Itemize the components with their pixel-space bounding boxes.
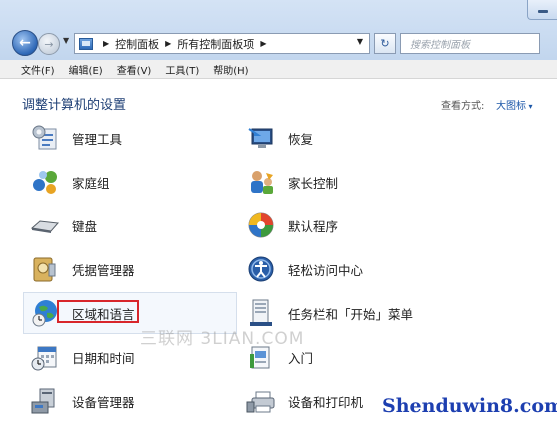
item-label: 家庭组 — [72, 175, 110, 191]
parental-controls-icon — [246, 167, 276, 197]
menu-help[interactable]: 帮助(H) — [213, 62, 248, 77]
refresh-icon: ↻ — [380, 37, 390, 50]
back-button[interactable]: ← — [12, 30, 38, 56]
item-devices-printers[interactable]: 设备和打印机 — [246, 385, 363, 417]
item-label: 管理工具 — [72, 131, 123, 147]
homegroup-icon — [30, 167, 60, 197]
item-label: 任务栏和「开始」菜单 — [288, 306, 414, 322]
item-label: 家长控制 — [288, 175, 339, 191]
default-programs-icon — [246, 210, 276, 240]
item-admin-tools[interactable]: 管理工具 — [30, 122, 122, 154]
menu-tools[interactable]: 工具(T) — [165, 62, 199, 77]
menu-edit[interactable]: 编辑(E) — [69, 62, 103, 77]
item-label: 设备管理器 — [72, 394, 135, 410]
corner-watermark: Shenduwin8.com — [382, 395, 557, 417]
menu-bar: 文件(F) 编辑(E) 查看(V) 工具(T) 帮助(H) — [0, 60, 557, 79]
item-label: 轻松访问中心 — [288, 262, 364, 278]
breadcrumb-separator-icon[interactable]: ▶ — [165, 39, 171, 48]
ease-of-access-icon — [246, 254, 276, 284]
item-homegroup[interactable]: 家庭组 — [30, 166, 110, 198]
item-parental-controls[interactable]: 家长控制 — [246, 166, 338, 198]
date-time-icon — [30, 342, 60, 372]
view-by-dropdown[interactable]: 大图标 — [496, 97, 533, 112]
item-date-time[interactable]: 日期和时间 — [30, 341, 135, 373]
address-bar[interactable]: ▶ 控制面板 ▶ 所有控制面板项 ▶ ▼ — [74, 33, 370, 54]
item-recovery[interactable]: 恢复 — [246, 122, 313, 154]
breadcrumb-separator-icon[interactable]: ▶ — [260, 39, 266, 48]
search-placeholder: 搜索控制面板 — [410, 40, 470, 51]
item-label: 键盘 — [72, 218, 98, 234]
item-label: 默认程序 — [288, 218, 339, 234]
admin-tools-icon — [30, 123, 60, 153]
search-input[interactable]: 搜索控制面板 — [400, 33, 540, 54]
region-language-highlight — [57, 300, 139, 323]
refresh-button[interactable]: ↻ — [374, 33, 396, 54]
item-device-manager[interactable]: 设备管理器 — [30, 385, 135, 417]
item-credential-manager[interactable]: 凭据管理器 — [30, 253, 135, 285]
breadcrumb-all-items[interactable]: 所有控制面板项 — [177, 36, 254, 52]
menu-file[interactable]: 文件(F) — [21, 62, 55, 77]
item-ease-of-access[interactable]: 轻松访问中心 — [246, 253, 363, 285]
item-label: 凭据管理器 — [72, 262, 135, 278]
item-label: 日期和时间 — [72, 350, 135, 366]
keyboard-icon — [30, 210, 60, 240]
item-label: 设备和打印机 — [288, 394, 364, 410]
forward-arrow-icon: → — [44, 37, 54, 51]
minimize-button[interactable] — [527, 0, 557, 20]
address-dropdown-icon[interactable]: ▼ — [357, 37, 363, 46]
device-manager-icon — [30, 386, 60, 416]
item-keyboard[interactable]: 键盘 — [30, 209, 97, 241]
item-label: 入门 — [288, 350, 314, 366]
recent-pages-dropdown-icon[interactable]: ▼ — [63, 36, 69, 45]
breadcrumb-separator-icon[interactable]: ▶ — [103, 39, 109, 48]
region-language-icon — [30, 298, 60, 328]
navigation-bar: ← → ▼ ▶ 控制面板 ▶ 所有控制面板项 ▶ ▼ ↻ 搜索控制面板 — [0, 28, 557, 58]
item-default-programs[interactable]: 默认程序 — [246, 209, 338, 241]
control-panel-icon — [79, 37, 93, 50]
back-arrow-icon: ← — [19, 35, 31, 51]
page-title: 调整计算机的设置 — [22, 98, 127, 113]
menu-view[interactable]: 查看(V) — [117, 62, 152, 77]
item-label: 恢复 — [288, 131, 314, 147]
breadcrumb-control-panel[interactable]: 控制面板 — [115, 36, 159, 52]
forward-button[interactable]: → — [38, 33, 60, 55]
credential-manager-icon — [30, 254, 60, 284]
view-by-label: 查看方式: — [441, 101, 485, 112]
recovery-icon — [246, 123, 276, 153]
devices-printers-icon — [246, 386, 276, 416]
center-watermark: 三联网 3LIAN.COM — [140, 329, 305, 349]
